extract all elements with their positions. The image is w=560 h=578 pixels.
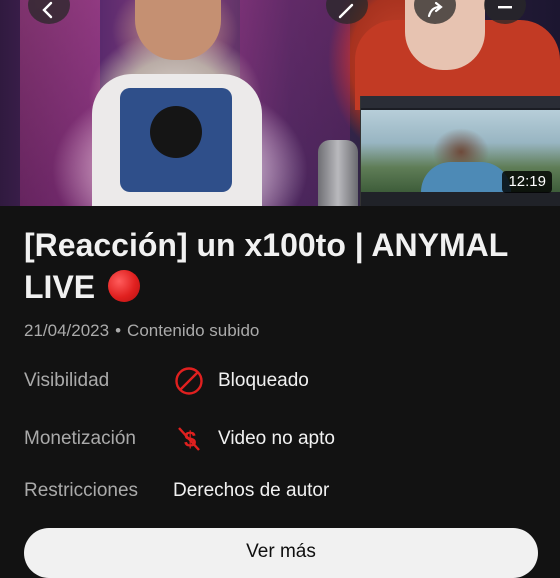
shirt-print (120, 88, 232, 192)
thumbnail-microphone (318, 140, 358, 206)
detail-value: Derechos de autor (173, 480, 330, 501)
content-status: Contenido subido (127, 321, 260, 340)
detail-value: Video no apto (218, 428, 335, 449)
detail-value: Bloqueado (218, 370, 309, 391)
no-money-icon: $ (174, 424, 218, 454)
thumbnail-person-face (135, 0, 221, 60)
detail-row-monetization: Monetización $ Video no apto (24, 422, 544, 456)
detail-label: Restricciones (24, 480, 139, 501)
thumbnail-light (20, 0, 100, 206)
thumbnail-person-shirt (92, 74, 262, 206)
detail-row-restrictions: Restricciones Derechos de autor (24, 474, 544, 508)
more-icon (498, 6, 512, 9)
red-circle-icon (108, 270, 141, 302)
video-meta: 21/04/2023 • Contenido subido (24, 321, 259, 341)
blocked-icon (174, 366, 218, 396)
edit-icon (338, 3, 354, 19)
video-thumbnail[interactable]: 12:19 (0, 0, 560, 206)
detail-label: Visibilidad (24, 370, 110, 391)
share-icon (427, 1, 443, 18)
duration-badge: 12:19 (502, 171, 552, 193)
meta-separator: • (115, 321, 122, 340)
video-title-text: [Reacción] un x100to | ANYMAL LIVE (24, 227, 508, 305)
video-title: [Reacción] un x100to | ANYMAL LIVE (24, 224, 544, 308)
see-more-button[interactable]: Ver más (24, 528, 538, 578)
detail-label: Monetización (24, 428, 136, 449)
upload-date: 21/04/2023 (24, 321, 110, 340)
detail-row-visibility: Visibilidad Bloqueado (24, 364, 544, 398)
back-icon (42, 1, 53, 19)
